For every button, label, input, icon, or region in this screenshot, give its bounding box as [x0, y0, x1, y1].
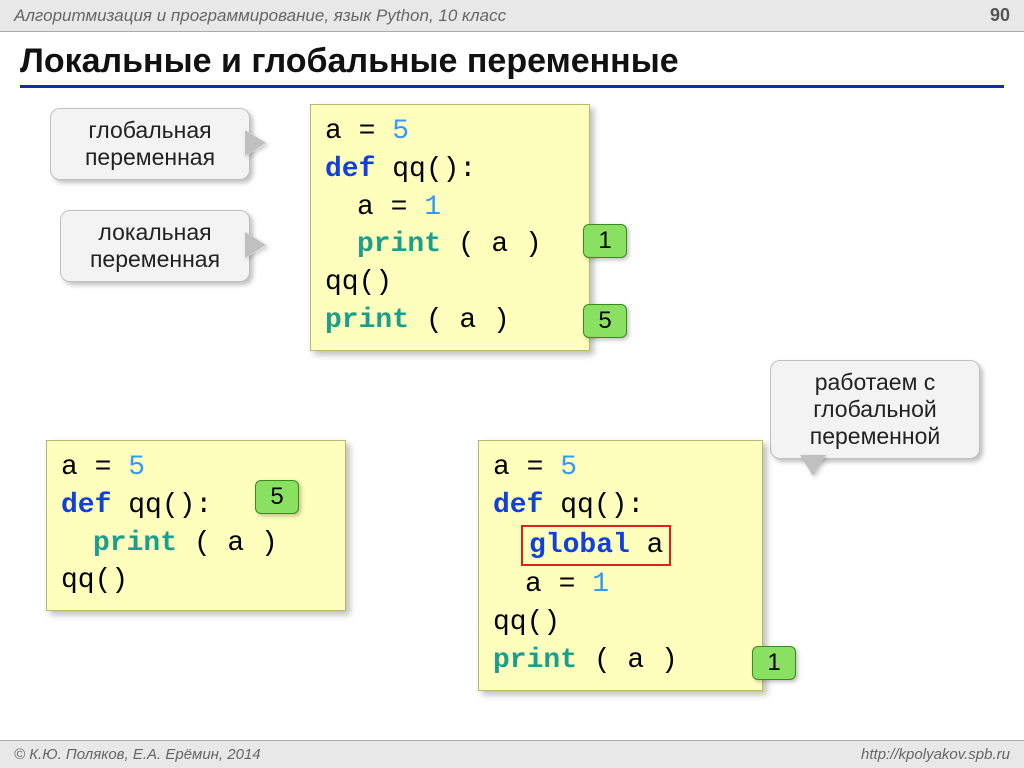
code-line: qq() [325, 264, 575, 302]
output-badge: 1 [752, 646, 796, 680]
code-line: a = 5 [493, 449, 748, 487]
code-line: print ( a ) [61, 525, 331, 563]
code-line: global a [493, 525, 748, 567]
code-line: qq() [61, 562, 331, 600]
output-badge: 1 [583, 224, 627, 258]
callout-global-var: глобальная переменная [50, 108, 250, 180]
course-title: Алгоритмизация и программирование, язык … [14, 6, 506, 26]
code-line: print ( a ) [325, 302, 575, 340]
callout-work-global: работаем с глобальной переменной [770, 360, 980, 459]
callout-local-var: локальная переменная [60, 210, 250, 282]
code-block-2: a = 5 def qq(): print ( a ) qq() [46, 440, 346, 611]
code-line: def qq(): [493, 487, 748, 525]
callout-text: локальная переменная [90, 219, 220, 272]
callout-text: работаем с глобальной переменной [810, 369, 940, 449]
code-block-1: a = 5 def qq(): a = 1 print ( a ) qq() p… [310, 104, 590, 351]
page-title: Локальные и глобальные переменные [20, 42, 1004, 88]
output-badge: 5 [583, 304, 627, 338]
copyright: © К.Ю. Поляков, Е.А. Ерёмин, 2014 [14, 746, 261, 763]
code-block-3: a = 5 def qq(): global a a = 1 qq() prin… [478, 440, 763, 691]
footer-url: http://kpolyakov.spb.ru [861, 746, 1010, 763]
output-badge: 5 [255, 480, 299, 514]
callout-tail-icon [801, 456, 825, 476]
footer-bar: © К.Ю. Поляков, Е.А. Ерёмин, 2014 http:/… [0, 740, 1024, 768]
callout-tail-icon [247, 131, 267, 155]
code-line: print ( a ) [493, 642, 748, 680]
page-number: 90 [990, 5, 1010, 26]
callout-text: глобальная переменная [85, 117, 215, 170]
code-line: a = 1 [493, 566, 748, 604]
code-line: a = 5 [325, 113, 575, 151]
code-line: def qq(): [325, 151, 575, 189]
code-line: qq() [493, 604, 748, 642]
header-bar: Алгоритмизация и программирование, язык … [0, 0, 1024, 32]
code-line: a = 1 [325, 189, 575, 227]
callout-tail-icon [247, 233, 267, 257]
code-line: print ( a ) [325, 226, 575, 264]
